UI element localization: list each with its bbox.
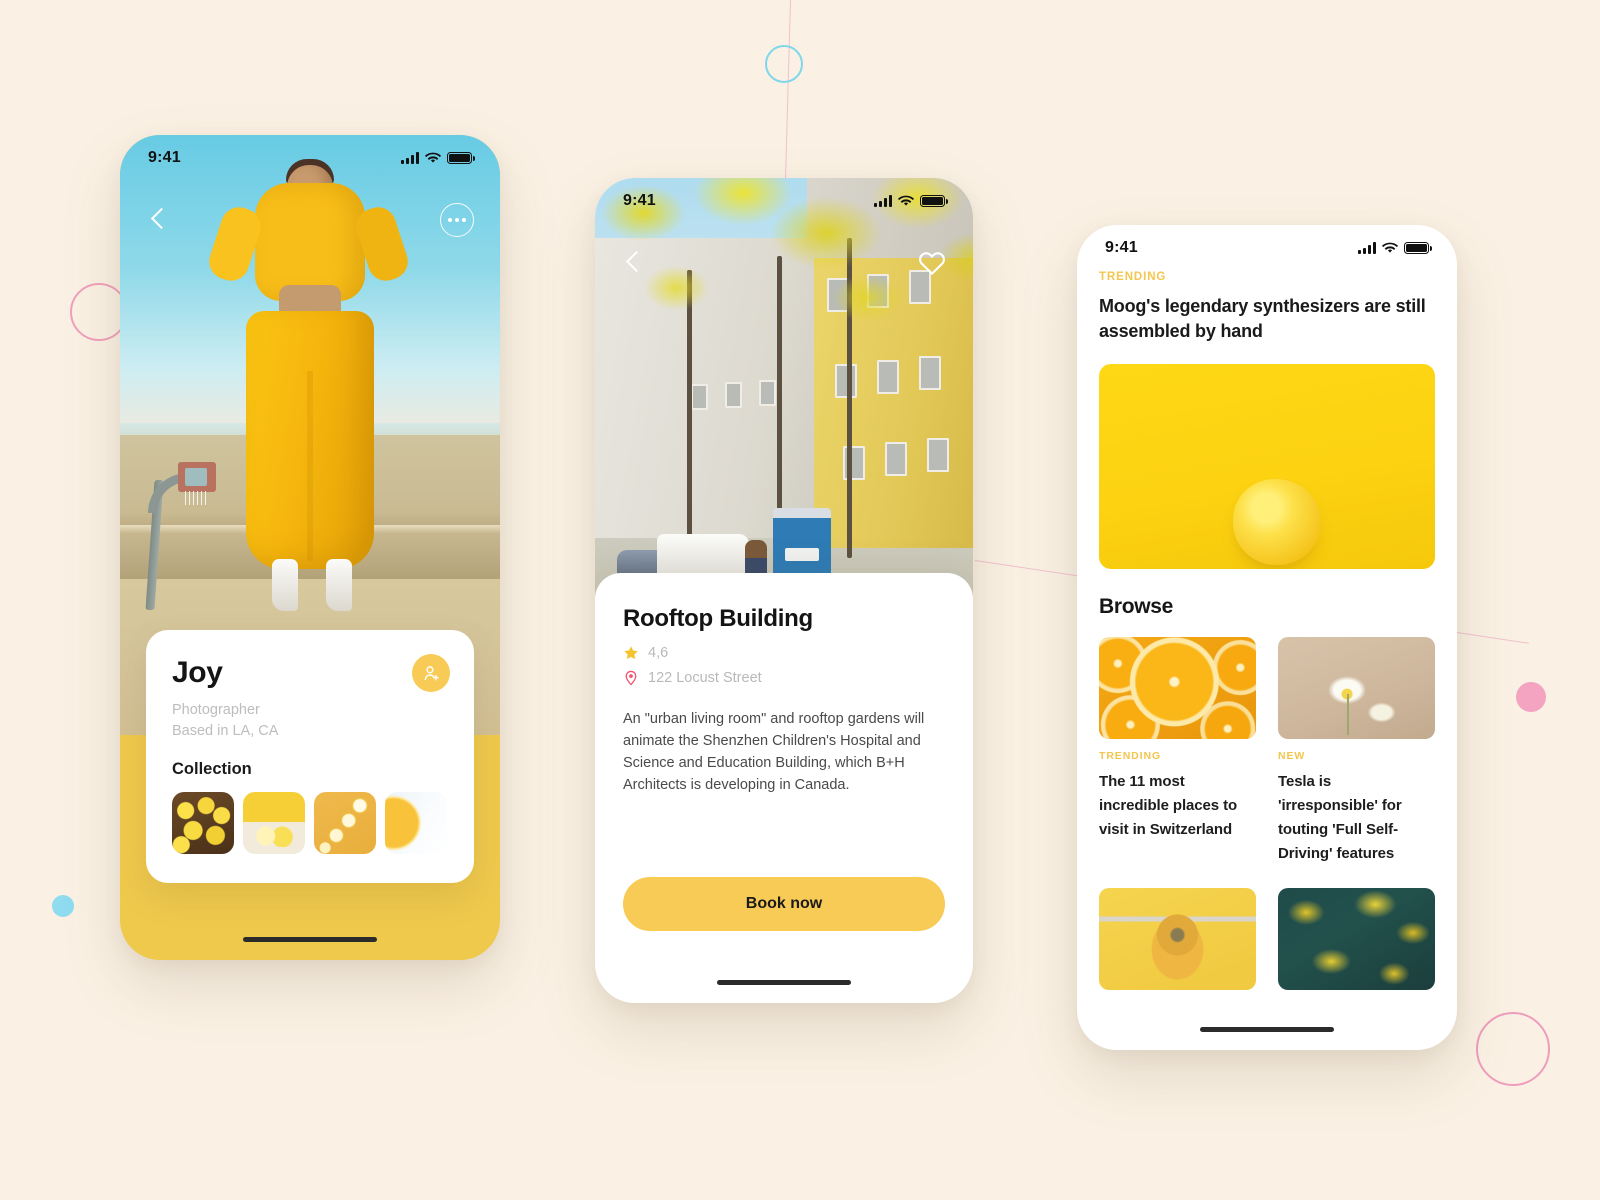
place-title: Rooftop Building xyxy=(623,605,813,632)
place-meta: 4,6 122 Locust Street xyxy=(623,645,945,686)
wifi-icon xyxy=(898,195,914,206)
news-card-switzerland[interactable]: TRENDING The 11 most incredible places t… xyxy=(1099,637,1256,866)
signal-bars-icon xyxy=(1358,242,1376,254)
news-kicker: TRENDING xyxy=(1099,750,1162,762)
white-van xyxy=(657,534,749,578)
status-icons xyxy=(401,152,475,164)
feed-body: TRENDING Moog's legendary synthesizers a… xyxy=(1077,271,1457,1050)
profile-role: Photographer xyxy=(172,702,260,718)
phone-screen-feed: 9:41 TRENDING Moog's legendary synthesiz… xyxy=(1077,225,1457,1050)
news-image-poppy-flower xyxy=(1278,637,1435,739)
status-time: 9:41 xyxy=(1105,239,1138,256)
status-bar: 9:41 xyxy=(595,178,973,224)
phone-screen-profile: 9:41 Joy Photographer Based in LA, CA Co… xyxy=(120,135,500,960)
add-person-button[interactable] xyxy=(412,654,450,692)
status-icons xyxy=(874,195,948,207)
book-now-button[interactable]: Book now xyxy=(623,877,945,931)
back-button[interactable] xyxy=(146,207,172,233)
profile-top-bar xyxy=(120,187,500,253)
collection-thumb-orange-slice[interactable] xyxy=(385,792,447,854)
location-pin-icon xyxy=(625,670,637,686)
status-icons xyxy=(1358,242,1432,254)
collection-label: Collection xyxy=(172,760,252,778)
news-card-door[interactable] xyxy=(1099,888,1256,990)
news-image-yellow-door xyxy=(1099,888,1256,990)
battery-icon xyxy=(920,195,948,207)
decorative-ring-cyan-top xyxy=(765,45,803,83)
place-detail-card: Rooftop Building 4,6 122 Locust Street A… xyxy=(595,573,973,1003)
back-button[interactable] xyxy=(621,250,647,276)
news-card-foliage[interactable] xyxy=(1278,888,1435,990)
collection-thumb-lemon-halves[interactable] xyxy=(243,792,305,854)
collection-thumbnails xyxy=(172,792,448,854)
decorative-ring-pink-bottom xyxy=(1476,1012,1550,1086)
featured-kicker: TRENDING xyxy=(1099,271,1167,283)
decorative-dot-cyan-left xyxy=(52,895,74,917)
battery-icon xyxy=(1404,242,1432,254)
home-indicator xyxy=(243,937,377,942)
signal-bars-icon xyxy=(874,195,892,207)
profile-location: Based in LA, CA xyxy=(172,723,279,739)
profile-name: Joy xyxy=(172,656,223,689)
signal-bars-icon xyxy=(401,152,419,164)
phone-screen-place-detail: 9:41 Rooftop Building 4,6 122 Locust Str… xyxy=(595,178,973,1003)
model-boot-left xyxy=(272,559,298,611)
featured-headline[interactable]: Moog's legendary synthesizers are still … xyxy=(1099,294,1435,344)
favorite-button[interactable] xyxy=(917,248,947,278)
status-bar: 9:41 xyxy=(120,135,500,181)
status-time: 9:41 xyxy=(148,149,181,166)
news-image-orange-slices xyxy=(1099,637,1256,739)
news-image-yellow-foliage xyxy=(1278,888,1435,990)
browse-grid: TRENDING The 11 most incredible places t… xyxy=(1099,637,1435,990)
home-indicator xyxy=(1200,1027,1334,1032)
news-title: Tesla is 'irresponsible' for touting 'Fu… xyxy=(1278,773,1402,862)
battery-icon xyxy=(447,152,475,164)
rating-value: 4,6 xyxy=(648,645,669,661)
collection-thumb-lemon-slices[interactable] xyxy=(314,792,376,854)
star-icon xyxy=(624,646,638,660)
mockup-canvas: 9:41 Joy Photographer Based in LA, CA Co… xyxy=(0,0,1600,1200)
status-time: 9:41 xyxy=(623,192,656,209)
news-title: The 11 most incredible places to visit i… xyxy=(1099,773,1238,838)
model-boot-right xyxy=(326,559,352,611)
status-bar: 9:41 xyxy=(1077,225,1457,271)
place-description: An "urban living room" and rooftop garde… xyxy=(623,711,925,793)
place-top-bar xyxy=(595,230,973,296)
rating-row: 4,6 xyxy=(623,645,945,661)
collection-thumb-lemons-crate[interactable] xyxy=(172,792,234,854)
home-indicator xyxy=(717,980,851,985)
decorative-dot-pink-right xyxy=(1516,682,1546,712)
featured-image[interactable] xyxy=(1099,364,1435,569)
wifi-icon xyxy=(425,152,441,163)
model-pants xyxy=(246,311,374,569)
browse-heading: Browse xyxy=(1099,595,1174,618)
news-card-tesla[interactable]: NEW Tesla is 'irresponsible' for touting… xyxy=(1278,637,1435,866)
address-value: 122 Locust Street xyxy=(648,670,762,686)
more-options-button[interactable] xyxy=(440,203,474,237)
address-row: 122 Locust Street xyxy=(623,670,945,686)
profile-card: Joy Photographer Based in LA, CA Collect… xyxy=(146,630,474,883)
wifi-icon xyxy=(1382,242,1398,253)
news-kicker: NEW xyxy=(1278,750,1306,762)
add-person-icon xyxy=(424,665,439,680)
